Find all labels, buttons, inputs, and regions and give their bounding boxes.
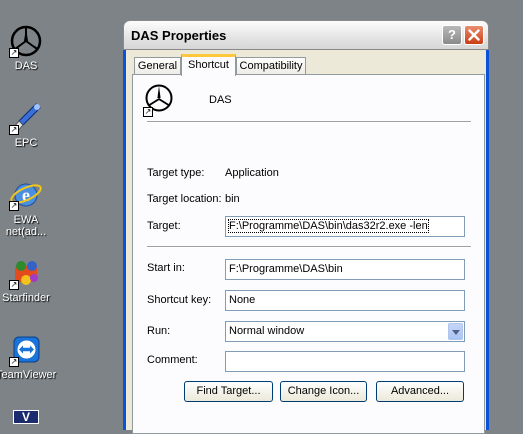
desktop-icon-starfinder[interactable]: ↗ Starfinder <box>0 256 56 304</box>
desktop-icon-epc[interactable]: ↗ EPC <box>0 101 56 149</box>
shortcut-app-icon: ↗ <box>143 83 175 117</box>
window-title: DAS Properties <box>131 28 227 43</box>
desktop-icon-label: Starfinder <box>2 292 50 304</box>
shortcut-arrow-icon: ↗ <box>9 357 19 367</box>
start-in-input[interactable]: F:\Programme\DAS\bin <box>225 259 465 280</box>
comment-input[interactable] <box>225 351 465 372</box>
epc-tool-icon: ↗ <box>9 101 43 135</box>
desktop-icon-label: EPC <box>14 137 38 149</box>
target-text: F:\Programme\DAS\bin\das32r2.exe -len <box>228 219 429 233</box>
comment-label: Comment: <box>147 354 198 366</box>
run-select[interactable]: Normal window <box>225 321 465 342</box>
desktop-icon-label: DAS <box>14 60 38 72</box>
target-type-value: Application <box>225 167 279 179</box>
advanced-button[interactable]: Advanced... <box>376 381 464 402</box>
target-location-label: Target location: <box>147 193 222 205</box>
separator <box>147 121 471 123</box>
teamviewer-icon: ↗ <box>9 333 43 367</box>
tab-compatibility[interactable]: Compatibility <box>236 57 306 75</box>
start-in-label: Start in: <box>147 262 185 274</box>
title-bar[interactable]: DAS Properties ? <box>123 20 489 50</box>
shortcut-tab-panel: ↗ DAS Target type: Application Target lo… <box>132 74 485 434</box>
dialog-client-area: General Shortcut Compatibility ↗ DAS Tar… <box>126 50 486 434</box>
shortcut-arrow-icon: ↗ <box>9 201 19 211</box>
target-type-label: Target type: <box>147 167 205 179</box>
starfinder-icon: ↗ <box>9 256 43 290</box>
find-target-button[interactable]: Find Target... <box>184 381 273 402</box>
separator <box>147 246 471 248</box>
run-label: Run: <box>147 325 171 337</box>
desktop-icon-label: TeamViewer <box>0 369 57 381</box>
target-location-value: bin <box>225 193 240 205</box>
tab-label: Compatibility <box>239 60 303 72</box>
shortcut-arrow-icon: ↗ <box>9 48 19 58</box>
das-properties-window: DAS Properties ? General Shortcut Compat… <box>123 20 489 434</box>
run-selected-value: Normal window <box>229 325 305 337</box>
target-input[interactable]: F:\Programme\DAS\bin\das32r2.exe -len <box>225 216 465 237</box>
shortcut-key-input[interactable]: None <box>225 290 465 311</box>
help-button[interactable]: ? <box>442 25 462 45</box>
tab-label: General <box>137 60 178 72</box>
shortcut-key-text: None <box>229 294 256 306</box>
start-in-text: F:\Programme\DAS\bin <box>229 263 343 275</box>
desktop-icon-das[interactable]: ↗ DAS <box>0 24 56 72</box>
close-icon <box>468 29 480 41</box>
target-label: Target: <box>147 220 181 232</box>
close-button[interactable] <box>464 25 484 45</box>
shortcut-arrow-icon: ↗ <box>9 280 19 290</box>
help-icon: ? <box>448 27 456 42</box>
change-icon-button[interactable]: Change Icon... <box>280 381 367 402</box>
desktop-icon-label: EWA net(ad... <box>5 214 47 238</box>
desktop-icon-ewa-net[interactable]: e ↗ EWA net(ad... <box>0 177 56 238</box>
tab-general[interactable]: General <box>134 57 181 75</box>
chevron-down-icon[interactable] <box>448 323 463 340</box>
tab-shortcut[interactable]: Shortcut <box>181 54 236 76</box>
tab-label: Shortcut <box>188 59 229 71</box>
shortcut-key-label: Shortcut key: <box>147 294 212 306</box>
shortcut-name: DAS <box>209 94 232 106</box>
button-label: Advanced... <box>390 385 450 397</box>
mercedes-star-icon: ↗ <box>9 24 43 58</box>
button-label: Find Target... <box>196 385 261 397</box>
desktop-icon-teamviewer[interactable]: ↗ TeamViewer <box>0 333 56 381</box>
button-label: Change Icon... <box>287 385 360 397</box>
shortcut-arrow-icon: ↗ <box>9 125 19 135</box>
shortcut-arrow-icon: ↗ <box>143 107 153 117</box>
internet-explorer-icon: e ↗ <box>9 177 43 211</box>
